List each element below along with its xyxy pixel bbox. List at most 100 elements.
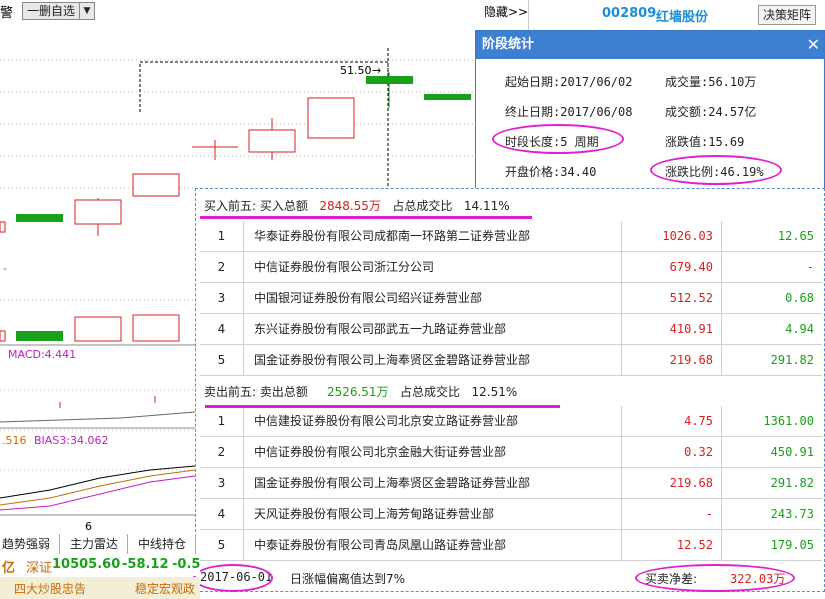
table-row[interactable]: 3 中国银河证券股份有限公司绍兴证券营业部 512.52 0.68 [200, 283, 822, 314]
row-index: 4 [200, 314, 244, 344]
broker-name: 国金证券股份有限公司上海奉贤区金碧路证券营业部 [244, 468, 622, 498]
chevron-down-icon[interactable]: ▼ [80, 3, 94, 19]
row-index: 2 [200, 437, 244, 467]
buy-ratio: 14.11% [463, 199, 510, 213]
buy-amount: 4.75 [622, 406, 722, 436]
candle [307, 97, 355, 139]
sell-amount: 450.91 [770, 445, 814, 459]
macd-label: MACD:4.441 [8, 348, 76, 361]
macd-line [0, 411, 196, 423]
buy-ratio-label: 占总成交比 [392, 199, 453, 213]
buy-amount: 410.91 [622, 314, 722, 344]
candle [132, 173, 180, 197]
volume-bar [16, 331, 63, 341]
buy-section-header: 买入前五: 买入总额 2848.55万 占总成交比 14.11% [204, 197, 510, 214]
table-row[interactable]: 2 中信证券股份有限公司北京金融大街证券营业部 0.32 450.91 [200, 437, 822, 468]
broker-name: 中国银河证券股份有限公司绍兴证券营业部 [244, 283, 622, 313]
row-index: 5 [200, 345, 244, 375]
svg-text:→: → [372, 64, 381, 77]
candle [248, 129, 296, 153]
tab-main-radar[interactable]: 主力雷达 [60, 534, 129, 554]
sell-section-header: 卖出前五: 卖出总额 2526.51万 占总成交比 12.51% [204, 383, 517, 400]
highlight-underline [205, 405, 560, 408]
sell-amount: 0.68 [785, 291, 814, 305]
buy-amount: 0.32 [622, 437, 722, 467]
index-change-pct: -0.5 [172, 557, 201, 572]
sell-amount: 291.82 [770, 476, 814, 490]
sell-amount: 1361.00 [763, 414, 814, 428]
broker-name: 中泰证券股份有限公司青岛凤凰山路证券营业部 [244, 530, 622, 560]
stat-change-pct: 涨跌比例:46.19% [665, 165, 764, 179]
broker-name: 国金证券股份有限公司上海奉贤区金碧路证券营业部 [244, 345, 622, 375]
sell-amount: 4.94 [785, 322, 814, 336]
candle [366, 76, 413, 84]
buy-title: 买入前五: 买入总额 [204, 199, 308, 213]
broker-name: 东兴证券股份有限公司邵武五一九路证券营业部 [244, 314, 622, 344]
broker-name: 中信证券股份有限公司浙江分公司 [244, 252, 622, 282]
highlight-underline [200, 216, 532, 219]
stats-title: 阶段统计 [482, 37, 535, 52]
stat-change-value: 涨跌值:15.69 [665, 135, 745, 149]
volume-bar [74, 316, 122, 342]
net-difference-value: 322.03万 [730, 572, 786, 586]
stat-open-price: 开盘价格:34.40 [505, 165, 597, 179]
stock-code: 002809 [602, 6, 657, 21]
tab-trend-strength[interactable]: 趋势强弱 [0, 534, 61, 554]
broker-name: 天风证券股份有限公司上海芳甸路证券营业部 [244, 499, 622, 529]
tab-mid-position[interactable]: 中线持仓 [128, 534, 197, 554]
candle-partial [0, 221, 6, 233]
dash-label: - [3, 262, 7, 275]
indicator-tabs: 趋势强弱 主力雷达 中线持仓 [0, 534, 197, 554]
stat-end-date: 终止日期:2017/06/08 [505, 105, 633, 119]
index-value: 10505.60 [52, 557, 121, 572]
table-row[interactable]: 5 国金证券股份有限公司上海奉贤区金碧路证券营业部 219.68 291.82 [200, 345, 822, 376]
net-difference-label: 买卖净差: [645, 572, 698, 586]
table-row[interactable]: 3 国金证券股份有限公司上海奉贤区金碧路证券营业部 219.68 291.82 [200, 468, 822, 499]
watchlist-dropdown-label: 一删自选 [23, 3, 81, 19]
table-row[interactable]: 1 华泰证券股份有限公司成都南一环路第二证券营业部 1026.03 12.65 [200, 221, 822, 252]
bias-line-2 [0, 469, 196, 506]
broker-ranking-panel: 买入前五: 买入总额 2848.55万 占总成交比 14.11% 卖出前五: 卖… [195, 188, 825, 592]
candle [424, 94, 471, 100]
watchlist-dropdown[interactable]: 一删自选 ▼ [22, 2, 96, 20]
sell-total: 2526.51万 [326, 385, 389, 399]
bias-label: BIAS3:34.062 [34, 434, 109, 447]
sell-title: 卖出前五: 卖出总额 [204, 385, 308, 399]
index-status-bar: 亿 深证 10505.60 -58.12 -0.5 [0, 554, 200, 576]
table-row[interactable]: 4 东兴证券股份有限公司邵武五一九路证券营业部 410.91 4.94 [200, 314, 822, 345]
ticker-item[interactable]: 稳定宏观政 [135, 580, 195, 597]
sell-amount: 243.73 [770, 507, 814, 521]
ticker-item[interactable]: 四大炒股忠告 [14, 580, 86, 597]
stat-start-date: 起始日期:2017/06/02 [505, 75, 633, 89]
toolbar-left-label: 警 [0, 6, 14, 21]
sell-amount: 291.82 [770, 353, 814, 367]
broker-name: 华泰证券股份有限公司成都南一环路第二证券营业部 [244, 221, 622, 251]
buy-amount: 679.40 [622, 252, 722, 282]
index-change: -58.12 [122, 557, 169, 572]
buy-amount: 219.68 [622, 468, 722, 498]
footer-description: 日涨幅偏离值达到7% [290, 572, 406, 586]
bias-line-1 [0, 465, 196, 499]
row-index: 4 [200, 499, 244, 529]
row-index: 5 [200, 530, 244, 560]
hide-panel-link[interactable]: 隐藏>> [484, 3, 528, 20]
unit-label: 亿 [2, 561, 16, 576]
buy-total: 2848.55万 [319, 199, 381, 213]
news-ticker[interactable]: 四大炒股忠告 稳定宏观政 [0, 577, 200, 599]
x-tick-label: 6 [85, 520, 92, 533]
table-row[interactable]: 5 中泰证券股份有限公司青岛凤凰山路证券营业部 12.52 179.05 [200, 530, 822, 561]
row-index: 1 [200, 221, 244, 251]
decision-matrix-button[interactable]: 决策矩阵 [758, 5, 816, 25]
row-index: 3 [200, 283, 244, 313]
stat-turnover: 成交额:24.57亿 [665, 105, 757, 119]
close-icon[interactable]: ✕ [807, 31, 820, 59]
buy-amount: 512.52 [622, 283, 722, 313]
sell-ratio-label: 占总成交比 [400, 385, 461, 399]
index-name: 深证 [26, 561, 53, 576]
table-row[interactable]: 2 中信证券股份有限公司浙江分公司 679.40 - [200, 252, 822, 283]
sell-amount: 12.65 [777, 229, 814, 243]
volume-bars [0, 314, 180, 342]
table-row[interactable]: 1 中信建投证券股份有限公司北京安立路证券营业部 4.75 1361.00 [200, 406, 822, 437]
row-index: 2 [200, 252, 244, 282]
table-row[interactable]: 4 天风证券股份有限公司上海芳甸路证券营业部 - 243.73 [200, 499, 822, 530]
